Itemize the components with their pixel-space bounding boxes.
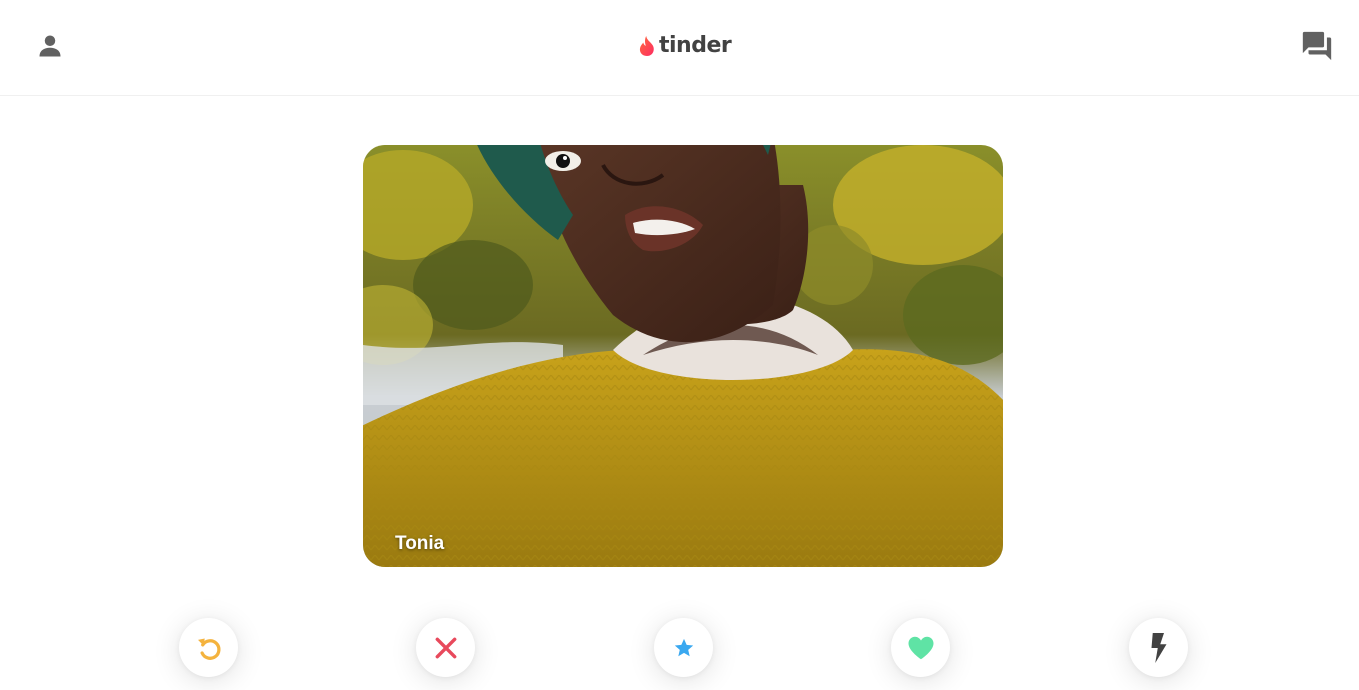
rewind-button[interactable] [179, 618, 238, 677]
heart-icon [908, 636, 933, 659]
profile-photo [363, 145, 1003, 567]
forum-icon [1302, 31, 1332, 61]
lightning-icon [1151, 632, 1166, 663]
rewind-icon [197, 638, 221, 660]
flame-icon [639, 36, 654, 56]
close-icon [435, 637, 456, 658]
person-icon [39, 35, 61, 57]
nope-button[interactable] [416, 618, 475, 677]
app-header: tinder [0, 0, 1359, 96]
profile-button[interactable] [30, 26, 70, 66]
logo-text: tinder [659, 33, 732, 58]
messages-button[interactable] [1297, 26, 1337, 66]
profile-card[interactable]: Tonia [363, 145, 1003, 567]
boost-button[interactable] [1129, 618, 1188, 677]
like-button[interactable] [891, 618, 950, 677]
profile-name: Tonia [395, 533, 445, 554]
star-icon [674, 638, 693, 656]
super-like-button[interactable] [654, 618, 713, 677]
tinder-logo[interactable]: tinder [638, 30, 732, 62]
